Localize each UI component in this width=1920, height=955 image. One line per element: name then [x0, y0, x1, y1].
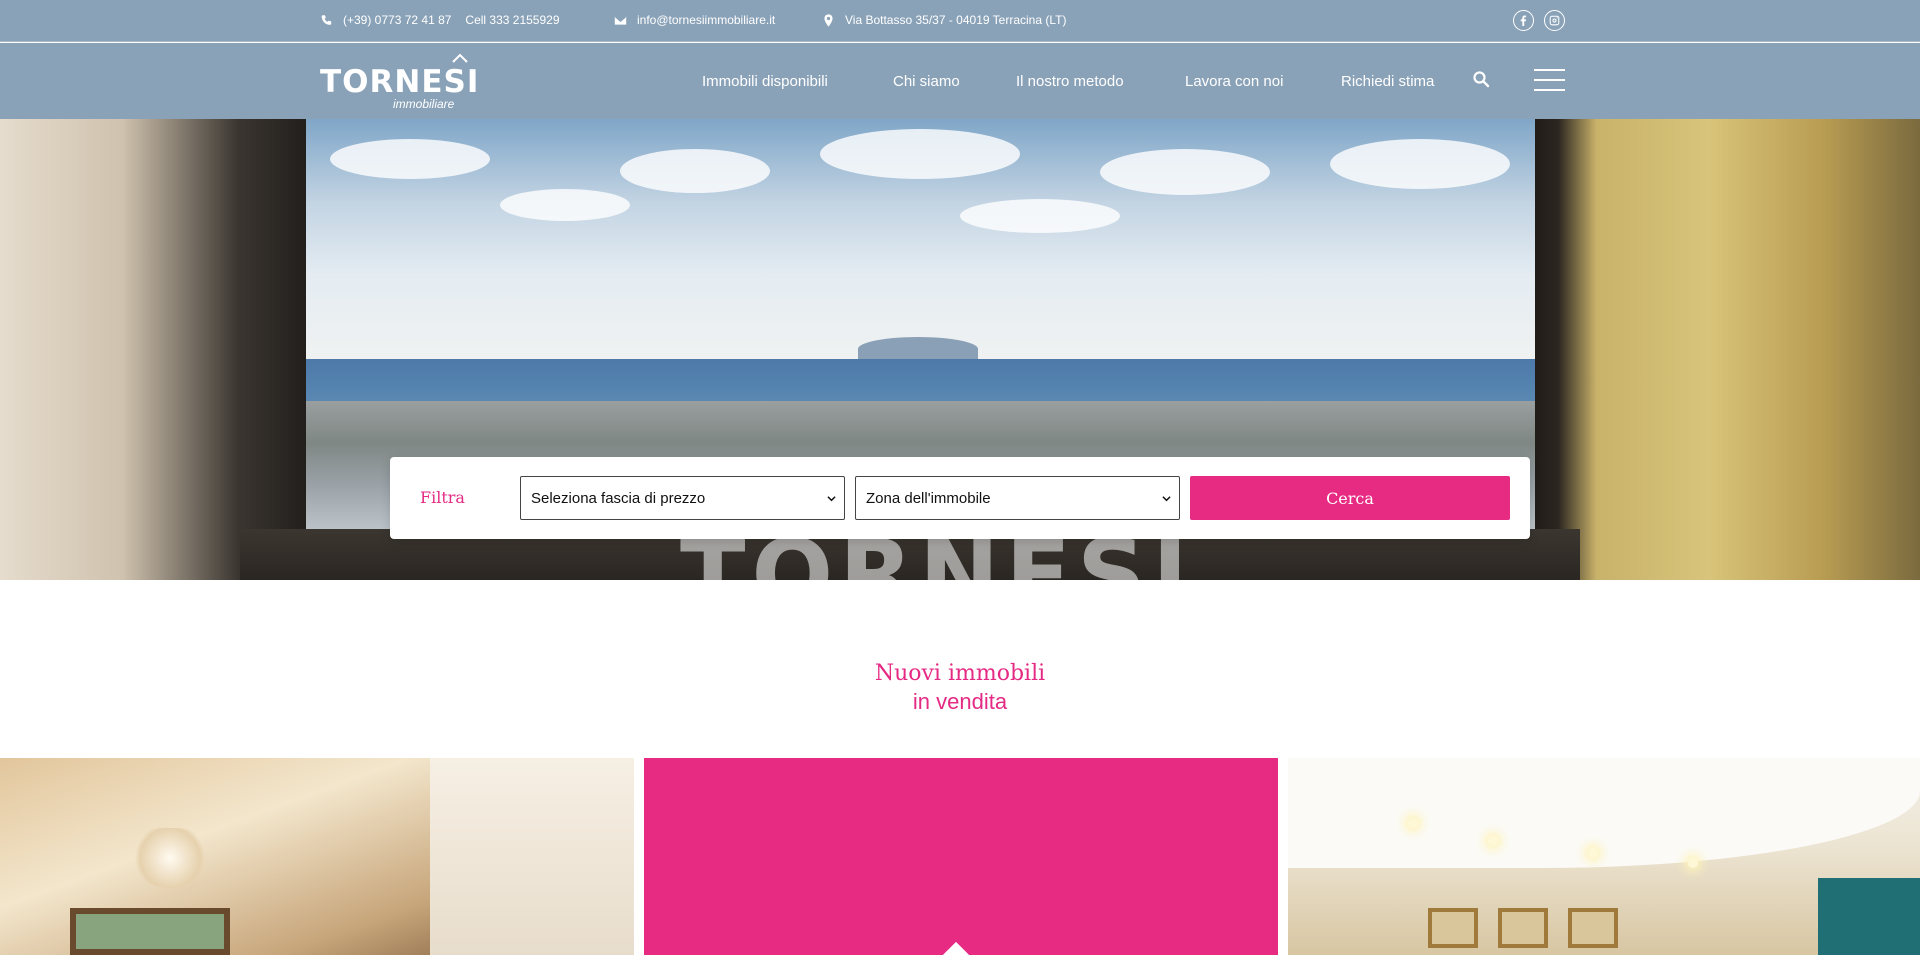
- nav-item-chi-siamo[interactable]: Chi siamo: [893, 73, 960, 90]
- site-logo[interactable]: TORNESI immobiliare: [320, 50, 480, 111]
- hero-island: [858, 337, 978, 361]
- email-address[interactable]: info@tornesiimmobiliare.it: [637, 13, 775, 27]
- top-contact-bar: (+39) 0773 72 41 87 Cell 333 2155929 inf…: [0, 0, 1920, 42]
- listing-card-highlight[interactable]: [644, 758, 1278, 955]
- facebook-icon[interactable]: [1513, 10, 1534, 31]
- cloud: [820, 129, 1020, 179]
- heading-line-2: in vendita: [912, 689, 1008, 714]
- wall-painting: [1568, 908, 1618, 948]
- listing-photo-window: [70, 908, 230, 955]
- phone-number[interactable]: (+39) 0773 72 41 87: [343, 13, 451, 27]
- hamburger-menu-icon[interactable]: [1534, 69, 1565, 91]
- ceiling-light: [1408, 818, 1418, 828]
- cloud: [960, 199, 1120, 233]
- cloud: [1100, 149, 1270, 195]
- zone-select[interactable]: Zona dell'immobile: [855, 476, 1180, 520]
- property-filter-bar: Filtra Seleziona fascia di prezzo Zona d…: [390, 457, 1530, 539]
- search-button[interactable]: Cerca: [1190, 476, 1510, 520]
- phone-icon: [321, 14, 332, 25]
- window-frame-left: [0, 119, 306, 580]
- wall-painting: [1428, 908, 1478, 948]
- chevron-down-icon: [827, 496, 836, 502]
- main-navbar: TORNESI immobiliare Immobili disponibili…: [0, 43, 1920, 119]
- listing-card[interactable]: [0, 758, 634, 955]
- phone-contact[interactable]: (+39) 0773 72 41 87 Cell 333 2155929: [320, 13, 560, 27]
- price-range-value: Seleziona fascia di prezzo: [531, 490, 706, 507]
- price-range-select[interactable]: Seleziona fascia di prezzo: [520, 476, 845, 520]
- new-listings-heading: Nuovi immobili in vendita: [0, 660, 1920, 716]
- nav-item-il-nostro-metodo[interactable]: Il nostro metodo: [1016, 73, 1124, 90]
- cloud: [1330, 139, 1510, 189]
- logo-tagline: immobiliare: [393, 97, 455, 111]
- ceiling-light: [1488, 836, 1498, 846]
- map-pin-icon: [824, 13, 833, 27]
- logo-wordmark: TORNESI: [320, 64, 480, 100]
- zone-value: Zona dell'immobile: [866, 490, 991, 507]
- filter-label: Filtra: [420, 488, 465, 507]
- instagram-icon[interactable]: [1544, 10, 1565, 31]
- listing-photo-teal-wall: [1818, 878, 1920, 955]
- search-icon[interactable]: [1472, 70, 1490, 88]
- listing-photo-staircase: [430, 758, 634, 955]
- nav-item-richiedi-stima[interactable]: Richiedi stima: [1341, 73, 1434, 90]
- listing-card[interactable]: [1288, 758, 1920, 955]
- envelope-icon: [614, 15, 627, 25]
- heading-line-1: Nuovi immobili: [874, 661, 1046, 686]
- listing-photo-chandelier: [130, 828, 210, 888]
- cloud: [620, 149, 770, 193]
- hero-sea: [306, 359, 1535, 401]
- cloud: [330, 139, 490, 179]
- wall-painting: [1498, 908, 1548, 948]
- cloud: [500, 189, 630, 221]
- chevron-down-icon: [1162, 496, 1171, 502]
- email-contact[interactable]: info@tornesiimmobiliare.it: [614, 13, 775, 27]
- nav-item-lavora-con-noi[interactable]: Lavora con noi: [1185, 73, 1283, 90]
- cell-number[interactable]: Cell 333 2155929: [465, 13, 559, 27]
- logo-roof-mark: [452, 53, 468, 63]
- ceiling-light: [1588, 848, 1598, 858]
- card-notch: [941, 941, 971, 955]
- window-frame-right: [1535, 119, 1920, 580]
- address-text: Via Bottasso 35/37 - 04019 Terracina (LT…: [845, 13, 1067, 27]
- listing-photo-ceiling: [1288, 758, 1920, 868]
- ceiling-light: [1688, 858, 1698, 868]
- address-contact: Via Bottasso 35/37 - 04019 Terracina (LT…: [822, 13, 1066, 27]
- nav-item-immobili-disponibili[interactable]: Immobili disponibili: [702, 73, 828, 90]
